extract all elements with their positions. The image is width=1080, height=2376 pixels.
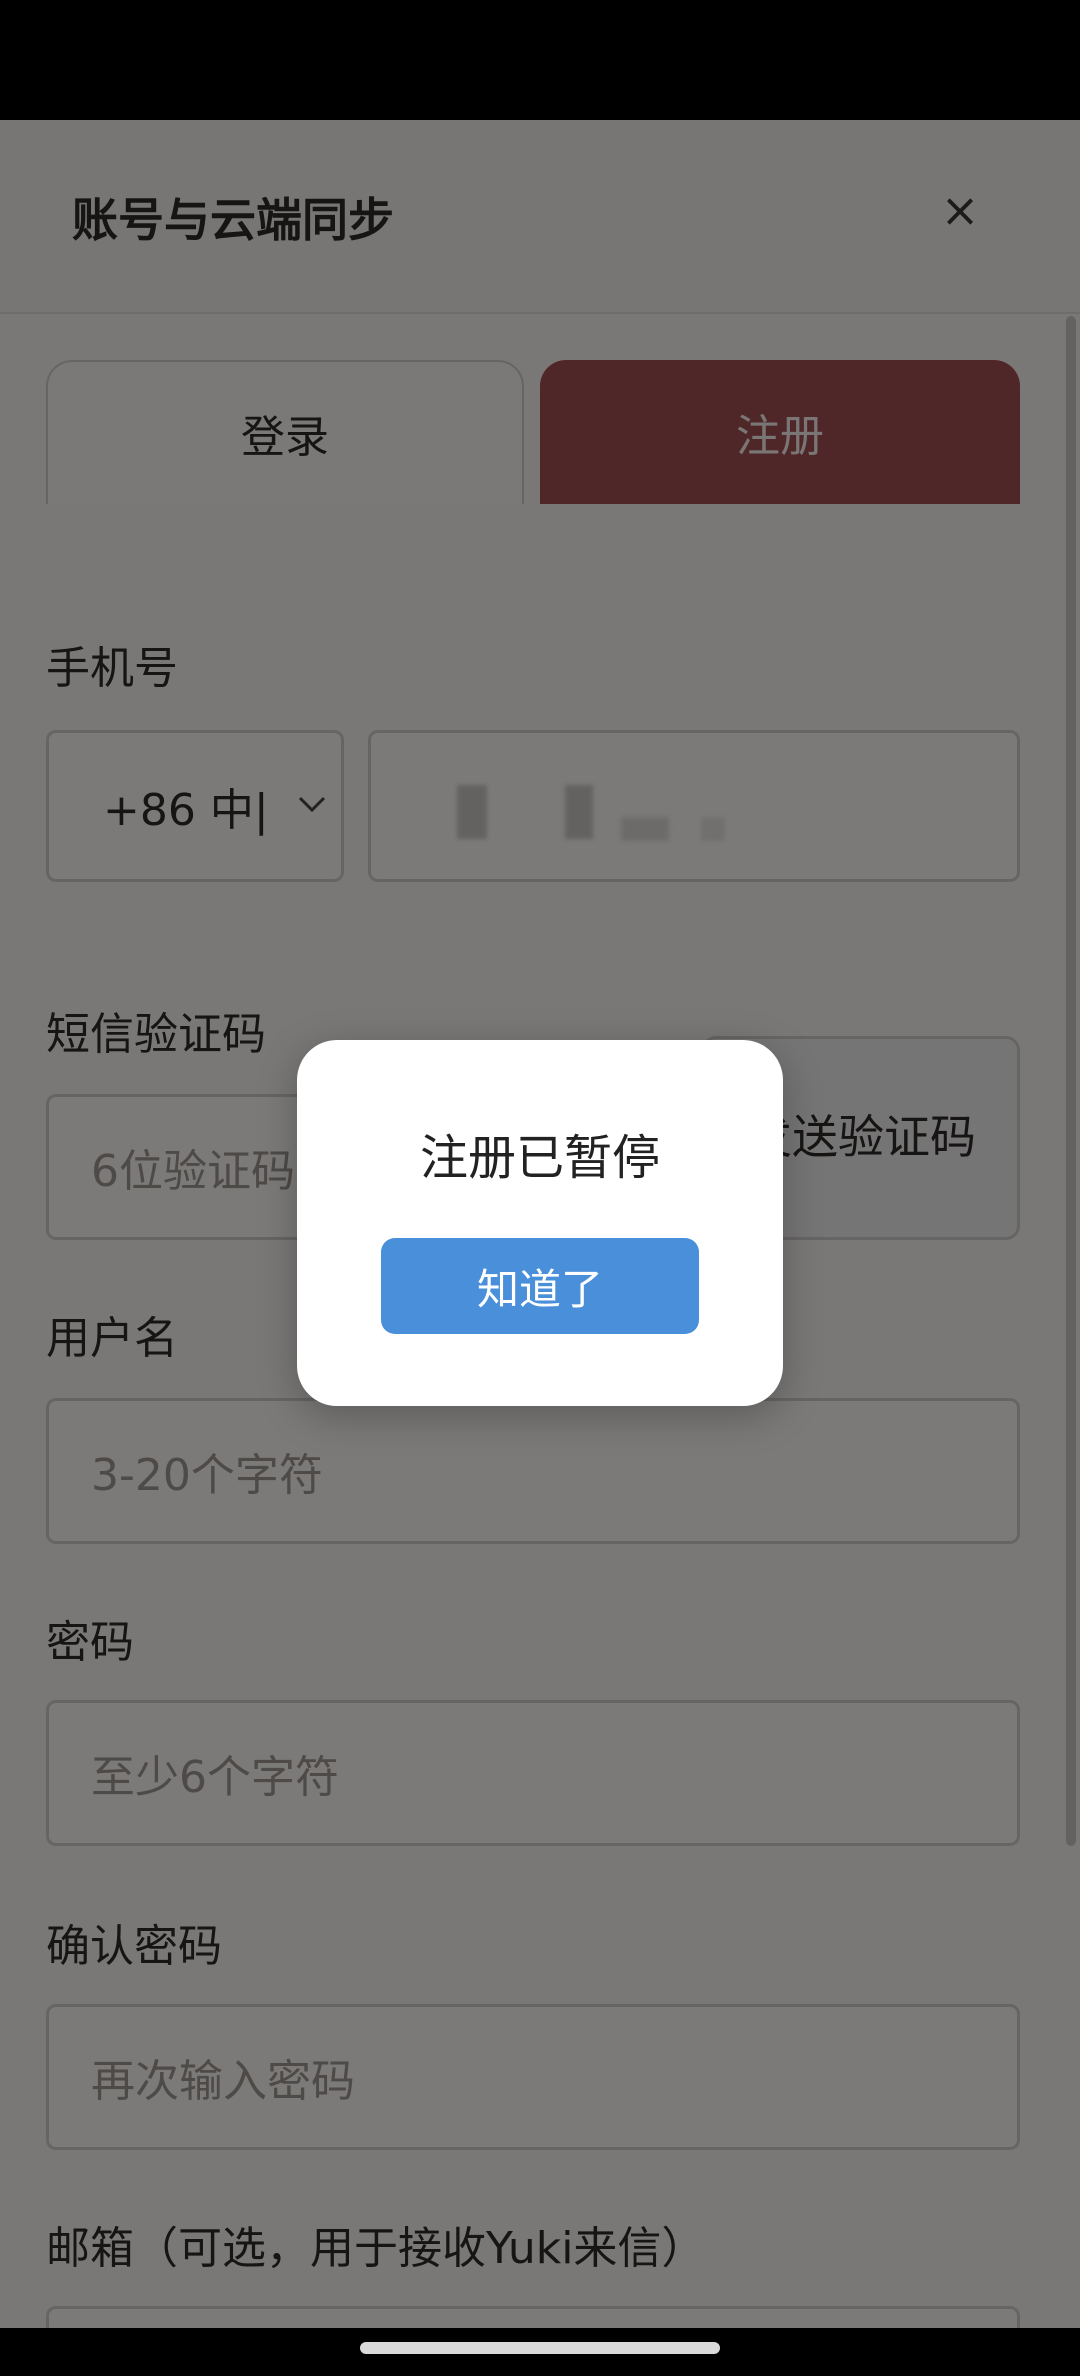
- screen: 账号与云端同步 × 登录 注册 手机号 +86 中| 短信验证码 6位验证码 发…: [0, 0, 1080, 2376]
- registration-paused-dialog: 注册已暂停 知道了: [297, 1040, 783, 1406]
- dialog-ok-button[interactable]: 知道了: [381, 1238, 699, 1334]
- dialog-message: 注册已暂停: [419, 1130, 660, 1186]
- home-indicator[interactable]: [360, 2342, 720, 2354]
